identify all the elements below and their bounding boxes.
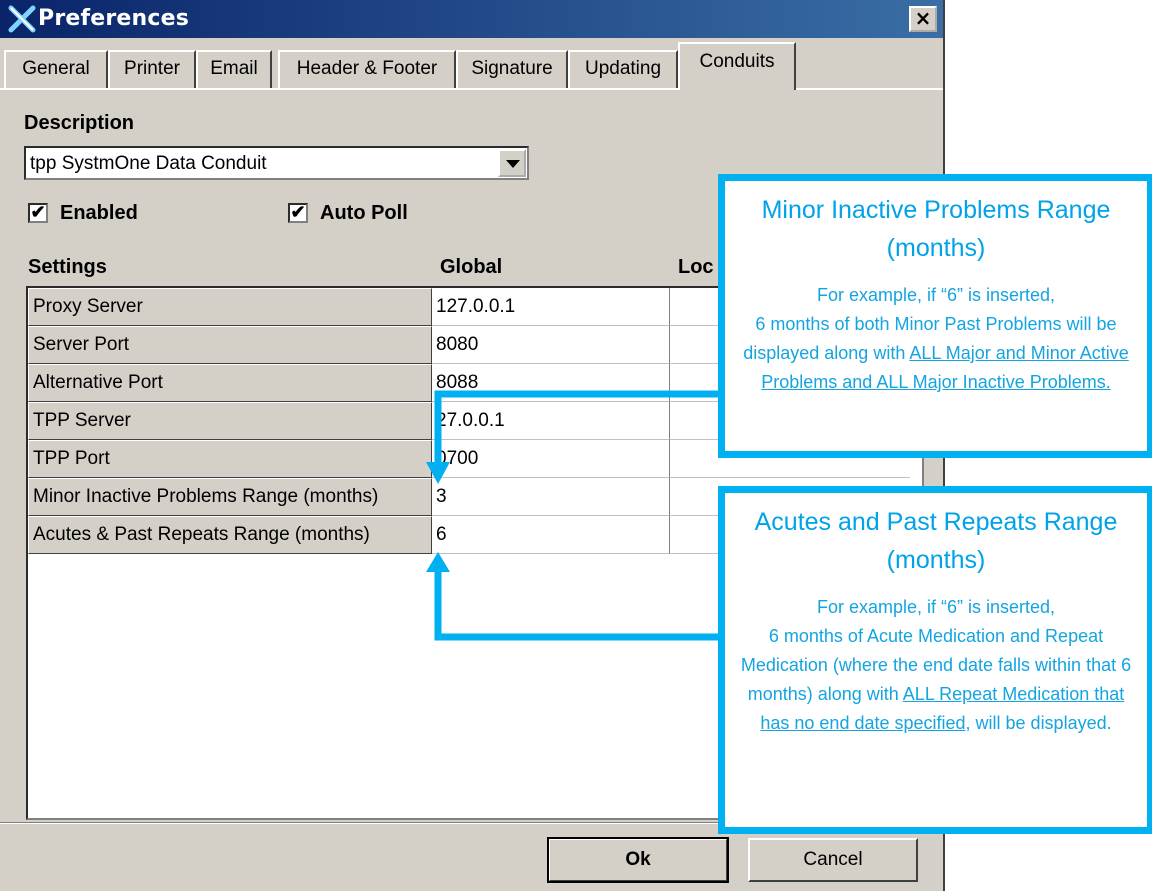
local-header: Loc: [678, 256, 714, 278]
tab-divider: [0, 88, 943, 90]
callout-body: For example, if “6” is inserted, 6 month…: [725, 593, 1147, 738]
setting-label: Proxy Server: [28, 288, 432, 326]
setting-label: Server Port: [28, 326, 432, 364]
chevron-down-icon[interactable]: [498, 149, 526, 177]
tab-signature[interactable]: Signature: [456, 50, 568, 88]
setting-label: TPP Server: [28, 402, 432, 440]
callout-body: For example, if “6” is inserted, 6 month…: [725, 281, 1147, 397]
callout-line: For example, if “6” is inserted,: [816, 597, 1056, 617]
callout-title: Acutes and Past Repeats Range (months): [754, 508, 1118, 574]
description-label: Description: [24, 112, 135, 134]
global-value-cell[interactable]: 6: [432, 516, 670, 554]
setting-label: Alternative Port: [28, 364, 432, 402]
window-title: Preferences: [38, 6, 190, 31]
enabled-checkbox[interactable]: ✔: [28, 203, 48, 223]
setting-label: Acutes & Past Repeats Range (months): [28, 516, 432, 554]
auto-poll-label: Auto Poll: [320, 202, 408, 224]
description-dropdown[interactable]: tpp SystmOne Data Conduit: [24, 146, 529, 180]
tab-email[interactable]: Email: [196, 50, 272, 88]
ok-button[interactable]: Ok: [547, 837, 729, 883]
auto-poll-checkbox[interactable]: ✔: [288, 203, 308, 223]
close-button[interactable]: ×: [909, 6, 937, 32]
tab-header-footer[interactable]: Header & Footer: [278, 50, 456, 88]
global-value-cell[interactable]: 8088: [432, 364, 670, 402]
setting-label: TPP Port: [28, 440, 432, 478]
description-value: tpp SystmOne Data Conduit: [30, 153, 267, 174]
global-value-cell[interactable]: 8080: [432, 326, 670, 364]
tab-general[interactable]: General: [4, 50, 108, 88]
minor-problems-callout: Minor Inactive Problems Range (months) F…: [718, 174, 1152, 458]
title-bar[interactable]: Preferences ×: [0, 0, 943, 38]
app-logo-icon: [8, 5, 36, 33]
global-value-cell[interactable]: 27.0.0.1: [432, 402, 670, 440]
callout-line: will be displayed.: [970, 713, 1112, 733]
acutes-repeats-callout: Acutes and Past Repeats Range (months) F…: [718, 486, 1152, 834]
global-value-cell[interactable]: 0700: [432, 440, 670, 478]
cancel-button[interactable]: Cancel: [748, 838, 918, 882]
global-value-cell[interactable]: 3: [432, 478, 670, 516]
global-value-cell[interactable]: 127.0.0.1: [432, 288, 670, 326]
callout-title: Minor Inactive Problems Range (months): [761, 196, 1111, 262]
tab-updating[interactable]: Updating: [568, 50, 678, 88]
tab-printer[interactable]: Printer: [108, 50, 196, 88]
enabled-label: Enabled: [60, 202, 138, 224]
setting-label: Minor Inactive Problems Range (months): [28, 478, 432, 516]
global-header: Global: [440, 256, 503, 278]
callout-line: For example, if “6” is inserted,: [816, 285, 1056, 305]
tab-conduits[interactable]: Conduits: [678, 42, 796, 90]
settings-header: Settings: [28, 256, 107, 278]
